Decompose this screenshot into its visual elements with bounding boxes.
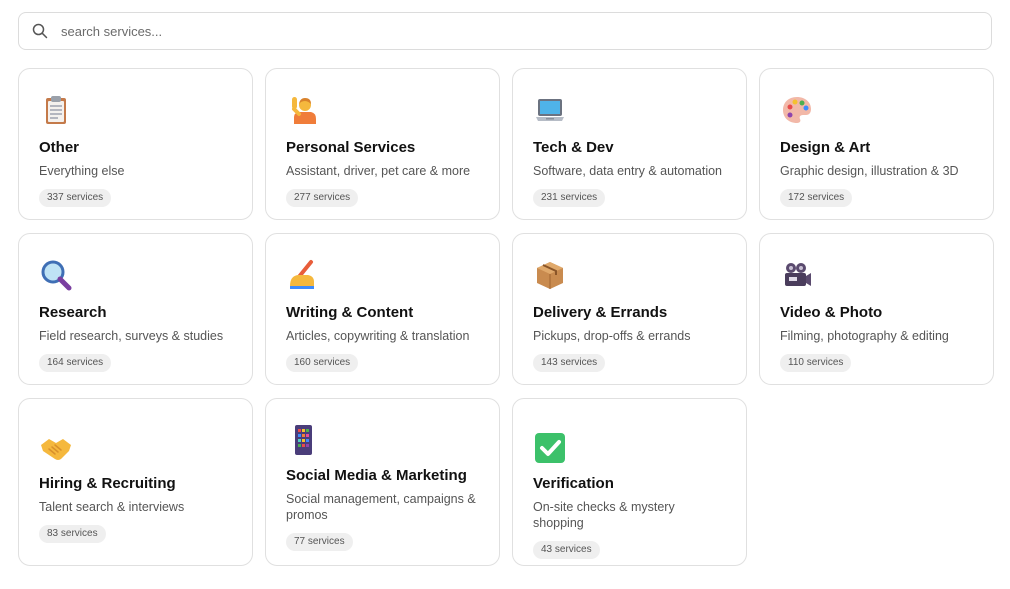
category-card-personal-services[interactable]: Personal Services Assistant, driver, pet…: [265, 68, 500, 220]
category-description: Articles, copywriting & translation: [286, 329, 470, 343]
category-card-video-photo[interactable]: Video & Photo Filming, photography & edi…: [759, 233, 994, 385]
category-title: Video & Photo: [780, 304, 883, 321]
category-description: Assistant, driver, pet care & more: [286, 164, 471, 178]
service-count-badge: 160 services: [286, 354, 359, 372]
services-page: Other Everything else 337 services Perso…: [0, 0, 1010, 589]
movie-camera-icon: [785, 263, 811, 286]
category-title: Design & Art: [780, 139, 871, 156]
category-description: Software, data entry & automation: [533, 164, 722, 178]
service-count-badge: 110 services: [780, 354, 852, 372]
clipboard-icon: [46, 96, 66, 124]
category-title: Writing & Content: [286, 304, 414, 321]
category-card-delivery-errands[interactable]: Delivery & Errands Pickups, drop-offs & …: [512, 233, 747, 385]
category-title: Delivery & Errands: [533, 304, 668, 321]
category-title: Other: [39, 139, 80, 156]
category-card-verification[interactable]: Verification On-site checks & mystery sh…: [512, 398, 747, 566]
service-count-badge: 277 services: [286, 189, 359, 207]
category-description: Talent search & interviews: [39, 500, 185, 514]
service-count-badge: 77 services: [286, 533, 353, 551]
person-raising-hand-icon: [292, 97, 316, 124]
search-input[interactable]: [59, 15, 991, 47]
category-description: Filming, photography & editing: [780, 329, 949, 343]
category-card-design-art[interactable]: Design & Art Graphic design, illustratio…: [759, 68, 994, 220]
service-count-badge: 143 services: [533, 354, 606, 372]
category-card-writing-content[interactable]: Writing & Content Articles, copywriting …: [265, 233, 500, 385]
category-description: Pickups, drop-offs & errands: [533, 329, 691, 343]
category-card-research[interactable]: Research Field research, surveys & studi…: [18, 233, 253, 385]
category-title: Research: [39, 304, 107, 321]
category-description: Social management, campaigns & promos: [286, 492, 476, 522]
service-count-badge: 164 services: [39, 354, 112, 372]
service-count-badge: 43 services: [533, 541, 600, 559]
search-icon: [31, 22, 49, 40]
category-card-social-media-marketing[interactable]: Social Media & Marketing Social manageme…: [265, 398, 500, 566]
service-count-badge: 231 services: [533, 189, 606, 207]
category-description: Everything else: [39, 164, 125, 178]
category-card-tech-dev[interactable]: Tech & Dev Software, data entry & automa…: [512, 68, 747, 220]
category-card-hiring-recruiting[interactable]: Hiring & Recruiting Talent search & inte…: [18, 398, 253, 566]
laptop-icon: [536, 99, 564, 121]
writing-hand-icon: [290, 260, 314, 289]
category-description: On-site checks & mystery shopping: [533, 500, 675, 530]
handshake-icon: [41, 439, 71, 460]
check-mark-button-icon: [535, 433, 565, 463]
service-count-badge: 172 services: [780, 189, 853, 207]
service-count-badge: 337 services: [39, 189, 112, 207]
category-title: Personal Services: [286, 139, 416, 156]
category-title: Verification: [533, 475, 614, 492]
category-title: Hiring & Recruiting: [39, 475, 176, 492]
service-count-badge: 83 services: [39, 525, 106, 543]
category-description: Field research, surveys & studies: [39, 329, 224, 343]
palette-icon: [783, 97, 811, 123]
category-title: Social Media & Marketing: [286, 467, 467, 484]
category-title: Tech & Dev: [533, 139, 614, 156]
magnifying-glass-icon: [41, 260, 72, 291]
category-grid: Other Everything else 337 services Perso…: [18, 68, 994, 566]
search-bar[interactable]: [18, 12, 992, 50]
package-icon: [537, 262, 563, 289]
mobile-phone-icon: [295, 425, 312, 455]
category-card-other[interactable]: Other Everything else 337 services: [18, 68, 253, 220]
category-description: Graphic design, illustration & 3D: [780, 164, 959, 178]
